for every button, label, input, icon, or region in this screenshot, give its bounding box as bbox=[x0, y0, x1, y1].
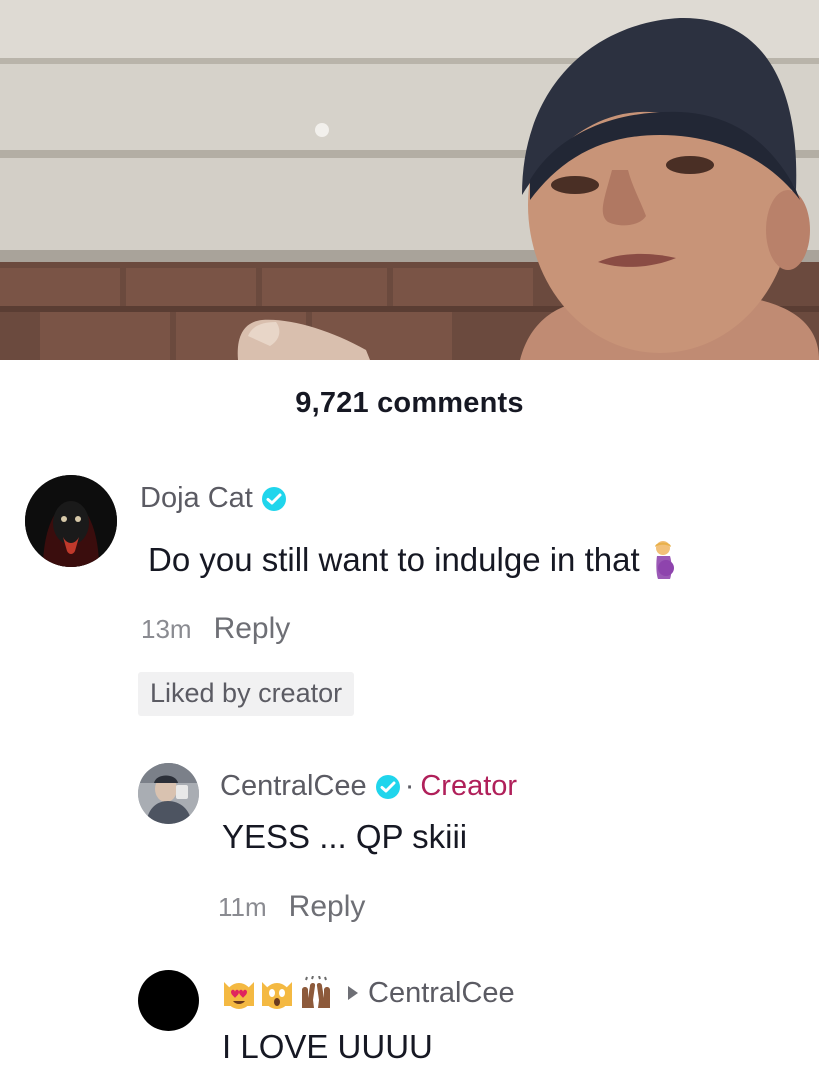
timestamp: 13m bbox=[141, 614, 192, 644]
username-text[interactable]: CentralCee bbox=[220, 770, 367, 803]
separator-dot: · bbox=[404, 770, 415, 802]
raising-hands-emoji-icon bbox=[302, 976, 330, 1008]
comment-meta: 13m Reply bbox=[141, 612, 290, 646]
avatar[interactable] bbox=[25, 475, 117, 567]
verified-badge-icon bbox=[261, 486, 286, 511]
reply-button[interactable]: Reply bbox=[289, 890, 366, 924]
comment-body: Do you still want to indulge in that bbox=[148, 541, 640, 578]
screaming-cat-emoji-icon bbox=[262, 982, 292, 1009]
comment-text: YESS ... QP skiii bbox=[222, 818, 467, 856]
username-text[interactable]: Doja Cat bbox=[140, 482, 253, 515]
comments-count: 9,721 comments bbox=[295, 387, 524, 419]
comment-username[interactable]: CentralCee · Creator bbox=[220, 770, 517, 803]
comment-meta: 11m Reply bbox=[218, 890, 365, 924]
verified-badge-icon bbox=[375, 774, 400, 799]
avatar-image bbox=[138, 763, 199, 824]
comments-panel: 9,721 comments Doja Cat Do you still wan… bbox=[0, 360, 819, 1067]
liked-by-creator-badge: Liked by creator bbox=[138, 672, 355, 716]
reply-to-username[interactable]: CentralCee bbox=[368, 977, 515, 1010]
comment-body: YESS ... QP skiii bbox=[222, 818, 468, 855]
screen: 9,721 comments Doja Cat Do you still wan… bbox=[0, 0, 819, 1067]
comment-text: I LOVE UUUU bbox=[222, 1028, 433, 1066]
comment-text: Do you still want to indulge in that bbox=[148, 540, 676, 580]
comment-username[interactable]: Doja Cat bbox=[140, 482, 287, 515]
avatar[interactable] bbox=[138, 763, 199, 824]
heart-eyes-cat-emoji-icon bbox=[224, 982, 254, 1009]
comment-username[interactable]: CentralCee bbox=[222, 976, 515, 1010]
emoji-username[interactable] bbox=[222, 976, 334, 1010]
video-still bbox=[0, 0, 819, 360]
video-frame[interactable] bbox=[0, 0, 819, 360]
reply-arrow-icon bbox=[348, 986, 358, 1000]
reply-button[interactable]: Reply bbox=[214, 612, 291, 646]
pregnant-woman-emoji-icon bbox=[654, 541, 674, 579]
comment-body: I LOVE UUUU bbox=[222, 1028, 433, 1065]
avatar-image bbox=[25, 475, 117, 567]
avatar[interactable] bbox=[138, 970, 199, 1031]
creator-label: Creator bbox=[420, 770, 518, 802]
timestamp: 11m bbox=[218, 892, 267, 922]
